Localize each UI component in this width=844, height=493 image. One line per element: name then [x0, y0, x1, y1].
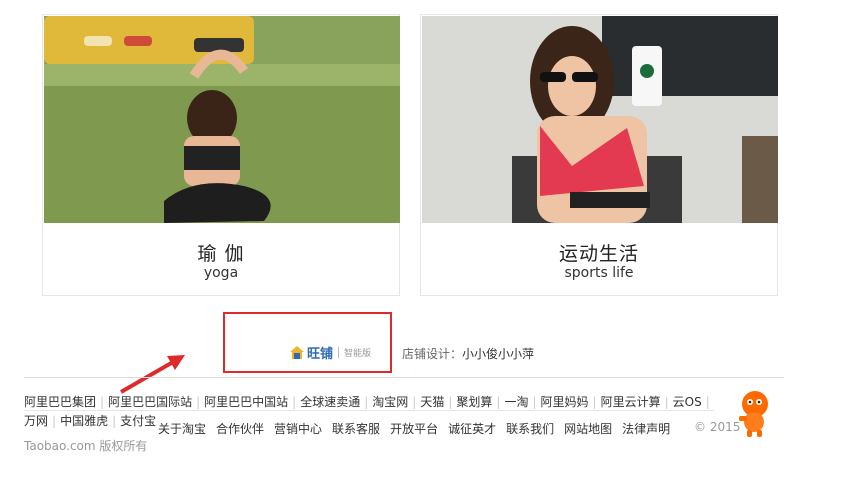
- footer-link-sitemap[interactable]: 网站地图: [564, 422, 612, 436]
- footer-group-links: 阿里巴巴集团 | 阿里巴巴国际站 | 阿里巴巴中国站 | 全球速卖通 | 淘宝网 | 天猫 | 聚划算 |…: [24, 395, 710, 409]
- footer-link[interactable]: 万网: [24, 414, 48, 428]
- footer-info-links: 关于淘宝 合作伙伴 营销中心 联系客服 开放平台 诚征英才 联系我们 网站地图 法律声明: [158, 420, 680, 437]
- footer-link-open-platform[interactable]: 开放平台: [390, 422, 438, 436]
- category-card-sports-life[interactable]: 运动生活 sports life: [420, 14, 778, 296]
- footer-link-careers[interactable]: 诚征英才: [448, 422, 496, 436]
- shop-designer: 店铺设计：小小俊小小萍: [402, 345, 534, 362]
- annotation-arrow-icon: [120, 355, 185, 394]
- footer-link[interactable]: 天猫: [420, 395, 444, 409]
- footer-link[interactable]: 阿里巴巴国际站: [108, 395, 192, 409]
- footer-link[interactable]: 支付宝: [120, 414, 156, 428]
- footer-divider: [24, 377, 784, 378]
- footer-link[interactable]: 一淘: [504, 395, 528, 409]
- taobao-mascot-icon: [739, 391, 768, 437]
- divider: [338, 346, 340, 358]
- designer-name-link[interactable]: 小小俊小小萍: [462, 347, 534, 361]
- house-icon: [290, 345, 304, 359]
- wangpu-logo[interactable]: 旺铺 智能版: [290, 344, 372, 362]
- footer-link-contact[interactable]: 联系我们: [506, 422, 554, 436]
- sports-life-image: [422, 16, 778, 223]
- yoga-photo[interactable]: [44, 16, 400, 223]
- sports-life-photo[interactable]: [422, 16, 778, 223]
- footer-link-marketing[interactable]: 营销中心: [274, 422, 322, 436]
- footer-link[interactable]: 阿里妈妈: [541, 395, 589, 409]
- footer-row-divider: [24, 410, 714, 411]
- wangpu-edition: 智能版: [344, 348, 372, 359]
- designer-label: 店铺设计：: [402, 347, 463, 361]
- category-card-yoga[interactable]: 瑜 伽 yoga: [42, 14, 400, 296]
- footer-group-links-2: 万网 | 中国雅虎 | 支付宝: [24, 414, 157, 428]
- copyright-year: © 2015: [694, 420, 741, 434]
- footer-link[interactable]: 阿里巴巴中国站: [204, 395, 288, 409]
- footer-link-legal[interactable]: 法律声明: [622, 422, 670, 436]
- card-title: 运动生活: [558, 243, 639, 265]
- card-subtitle: sports life: [564, 265, 634, 281]
- card-subtitle: yoga: [203, 265, 239, 281]
- card-title: 瑜 伽: [197, 243, 245, 265]
- copyright: Taobao.com 版权所有: [24, 439, 148, 453]
- footer-link[interactable]: 聚划算: [456, 395, 492, 409]
- wangpu-brand: 旺铺: [307, 346, 334, 362]
- yoga-image: [44, 16, 400, 223]
- footer-link[interactable]: 阿里巴巴集团: [24, 395, 96, 409]
- footer-link-about[interactable]: 关于淘宝: [158, 422, 206, 436]
- footer-link[interactable]: 中国雅虎: [60, 414, 108, 428]
- footer-link[interactable]: 阿里云计算: [601, 395, 661, 409]
- footer-link[interactable]: 淘宝网: [372, 395, 408, 409]
- footer-link[interactable]: 云OS: [673, 395, 702, 409]
- footer-link-partners[interactable]: 合作伙伴: [216, 422, 264, 436]
- footer-link-support[interactable]: 联系客服: [332, 422, 380, 436]
- footer-link[interactable]: 全球速卖通: [300, 395, 360, 409]
